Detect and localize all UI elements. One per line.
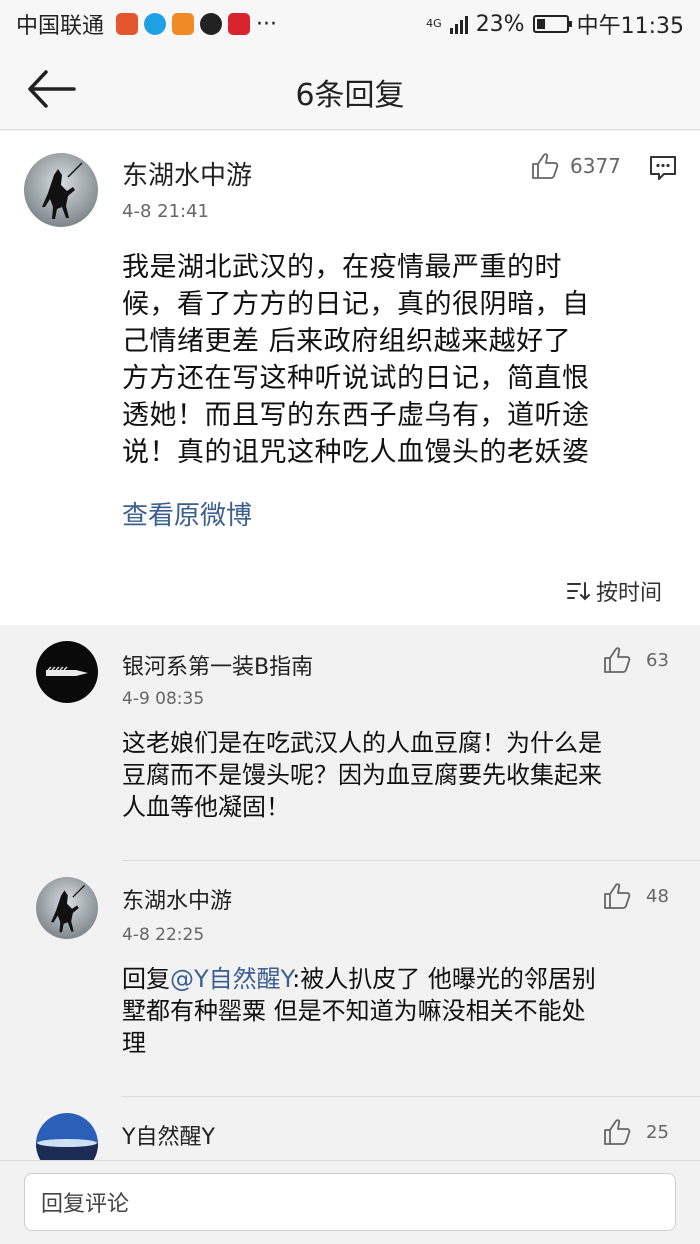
network-type-label: 4G (426, 17, 442, 30)
shopping-app-icon (172, 13, 195, 35)
list-item: 东湖水中游 4-8 22:25 48 回复@Y自然醒Y:被人扒皮了 他曝光的邻居… (0, 861, 700, 1097)
mention-link[interactable]: @Y自然醒Y (170, 965, 292, 993)
comment-body: 回复@Y自然醒Y:被人扒皮了 他曝光的邻居别 墅都有种罂粟 但是不知道为嘛没相关… (122, 963, 670, 1059)
thumbs-up-icon (532, 153, 559, 179)
reply-prefix: 回复 (122, 965, 170, 993)
list-item: Y自然醒Y 25 (0, 1097, 700, 1160)
comment-bubble-icon (650, 156, 676, 180)
comment-list: 银河系第一装B指南 4-9 08:35 63 这老娘们是在吃武汉人的人血豆腐！为… (0, 625, 700, 1160)
post-line: 我是湖北武汉的，在疫情最严重的时 (122, 252, 562, 283)
like-count: 6377 (570, 154, 621, 178)
status-left: 中国联通 ··· (16, 8, 277, 40)
bottom-bar: 回复评论 (0, 1160, 700, 1244)
main-post: 东湖水中游 4-8 21:41 6377 我是湖北武汉的，在疫情最严重的时 候，… (0, 131, 700, 625)
comment-line-rest: :被人扒皮了 他曝光的邻居别 (292, 965, 596, 993)
comment-author[interactable]: 东湖水中游 (122, 883, 232, 915)
knife-avatar-image (46, 666, 88, 676)
sort-label: 按时间 (596, 581, 663, 606)
landscape-avatar-image (36, 1113, 98, 1160)
comment-time: 4-9 08:35 (122, 689, 205, 709)
rider-avatar-image (24, 153, 98, 227)
avatar[interactable] (36, 877, 98, 939)
sort-by-time-button[interactable]: 按时间 (566, 575, 662, 607)
page-title: 6条回复 (295, 78, 405, 113)
avatar[interactable] (24, 153, 98, 227)
sort-icon (567, 582, 590, 601)
post-line: 方方还在写这种听说试的日记，简直恨 (122, 363, 590, 394)
comment-like-button[interactable]: 25 (602, 1117, 669, 1147)
post-time: 4-8 21:41 (122, 201, 209, 222)
reply-input-placeholder: 回复评论 (41, 1192, 130, 1217)
carrier-label: 中国联通 (16, 14, 105, 39)
post-line: 透她！而且写的东西子虚乌有，道听途 (122, 400, 590, 431)
nav-bar: 6条回复 (0, 48, 700, 130)
comment-like-count: 63 (646, 649, 669, 671)
comment-body: 这老娘们是在吃武汉人的人血豆腐！为什么是 豆腐而不是馒头呢？因为血豆腐要先收集起… (122, 727, 670, 823)
comment-like-button[interactable]: 63 (602, 645, 669, 675)
thumbs-up-icon (604, 647, 631, 673)
chat-app-icon (200, 13, 223, 35)
avatar[interactable] (36, 641, 98, 703)
clock: 中午11:35 (576, 14, 684, 39)
battery-percent: 23% (475, 11, 525, 37)
comment-like-count: 25 (646, 1121, 669, 1143)
comment-like-button[interactable]: 48 (602, 881, 669, 911)
post-body: 我是湖北武汉的，在疫情最严重的时 候，看了方方的日记，真的很阴暗，自 己情绪更差… (122, 249, 662, 471)
comment-time: 4-8 22:25 (122, 925, 205, 945)
comment-line: 墅都有种罂粟 但是不知道为嘛没相关不能处 (122, 997, 586, 1025)
post-line: 己情绪更差 后来政府组织越来越好了 (122, 326, 572, 357)
battery-icon (532, 15, 572, 33)
signal-icon (449, 14, 468, 34)
status-bar: 中国联通 ··· 4G 23% 中午11:35 (0, 0, 700, 48)
comment-author[interactable]: 银河系第一装B指南 (122, 649, 313, 681)
rider-avatar-image (36, 877, 98, 939)
browser-app-icon (144, 13, 167, 35)
video-app-icon (116, 13, 139, 35)
comment-line: 理 (122, 1029, 146, 1057)
comment-line: 回复@Y自然醒Y:被人扒皮了 他曝光的邻居别 (122, 963, 670, 995)
reply-button[interactable] (648, 153, 678, 183)
weibo-app-icon (228, 13, 251, 35)
comment-line: 这老娘们是在吃武汉人的人血豆腐！为什么是 (122, 729, 602, 757)
avatar[interactable] (36, 1113, 98, 1160)
comment-line: 人血等他凝固！ (122, 793, 290, 821)
thumbs-up-icon (604, 1119, 631, 1145)
post-line: 候，看了方方的日记，真的很阴暗，自 (122, 289, 590, 320)
list-item: 银河系第一装B指南 4-9 08:35 63 这老娘们是在吃武汉人的人血豆腐！为… (0, 625, 700, 861)
more-notifications-icon: ··· (256, 11, 277, 37)
comment-author[interactable]: Y自然醒Y (122, 1119, 215, 1151)
post-line: 说！真的诅咒这种吃人血馒头的老妖婆 (122, 437, 590, 468)
status-right: 4G 23% 中午11:35 (426, 8, 684, 40)
like-button[interactable]: 6377 (530, 151, 621, 181)
thumbs-up-icon (604, 883, 631, 909)
author-name[interactable]: 东湖水中游 (122, 155, 252, 192)
reply-comment-input[interactable]: 回复评论 (24, 1173, 676, 1231)
notification-icons: ··· (116, 12, 277, 37)
view-original-link[interactable]: 查看原微博 (122, 495, 252, 532)
comment-like-count: 48 (646, 885, 669, 907)
comment-line: 豆腐而不是馒头呢？因为血豆腐要先收集起来 (122, 761, 602, 789)
